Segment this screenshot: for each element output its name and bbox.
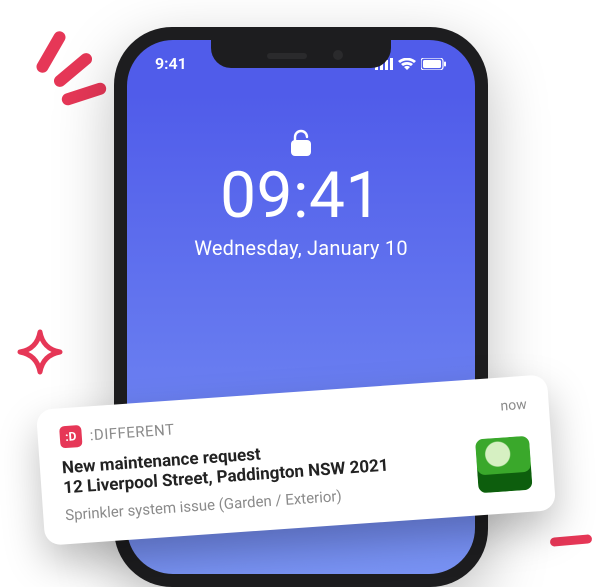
lock-date: Wednesday, January 10 [127,236,475,260]
battery-icon [421,58,447,70]
lock-time: 09:41 [127,164,475,228]
notification-thumbnail [475,436,533,494]
decor-star-icon [18,330,62,374]
phone-notch [211,40,391,68]
app-name: :DIFFERENT [89,420,175,444]
app-icon: :D [59,425,82,448]
unlock-icon [127,128,475,158]
wifi-icon [398,58,416,70]
lock-screen: 09:41 Wednesday, January 10 [127,128,475,260]
notification-timestamp: now [500,397,527,415]
status-time: 9:41 [155,54,187,73]
